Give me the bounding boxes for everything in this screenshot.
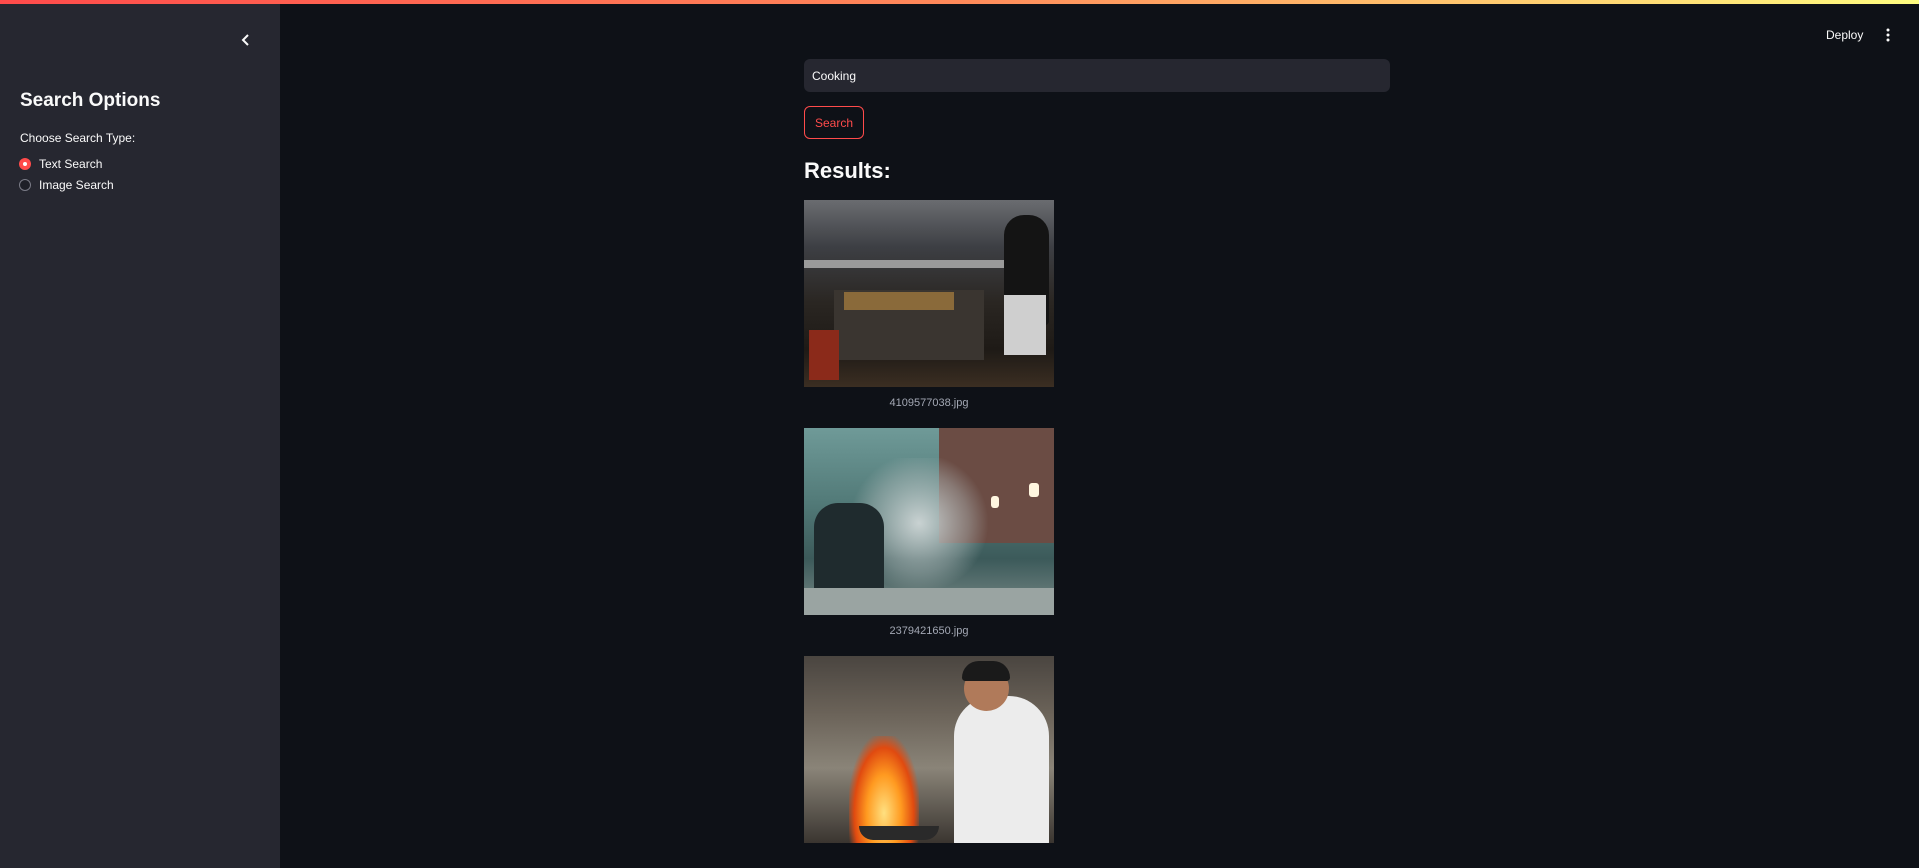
radio-label-text-search: Text Search <box>39 157 103 171</box>
chevron-left-icon <box>241 34 249 46</box>
radio-text-search[interactable]: Text Search <box>19 157 102 171</box>
radio-selected-icon <box>19 158 31 170</box>
sidebar: Search Options Choose Search Type: Text … <box>0 4 280 868</box>
radio-image-search[interactable]: Image Search <box>19 178 114 192</box>
result-image-chef-flambe <box>804 656 1054 843</box>
more-vertical-icon <box>1886 28 1890 42</box>
results-heading: Results: <box>804 158 891 183</box>
top-decoration-bar <box>0 0 1919 4</box>
search-button[interactable]: Search <box>804 106 864 139</box>
deploy-button[interactable]: Deploy <box>1820 24 1869 46</box>
result-caption: 4109577038.jpg <box>889 397 969 409</box>
result-item <box>804 656 1054 843</box>
collapse-sidebar-button[interactable] <box>234 28 258 52</box>
result-image-kitchen <box>804 200 1054 387</box>
main-menu-button[interactable] <box>1878 24 1898 46</box>
search-type-label: Choose Search Type: <box>20 131 136 145</box>
result-image-steam-kitchen <box>804 428 1054 615</box>
search-input[interactable] <box>804 59 1390 92</box>
radio-label-image-search: Image Search <box>39 178 114 192</box>
sidebar-title: Search Options <box>20 90 161 111</box>
result-item: 4109577038.jpg <box>804 200 1054 409</box>
radio-unselected-icon <box>19 179 31 191</box>
result-caption: 2379421650.jpg <box>889 625 969 637</box>
result-item: 2379421650.jpg <box>804 428 1054 637</box>
